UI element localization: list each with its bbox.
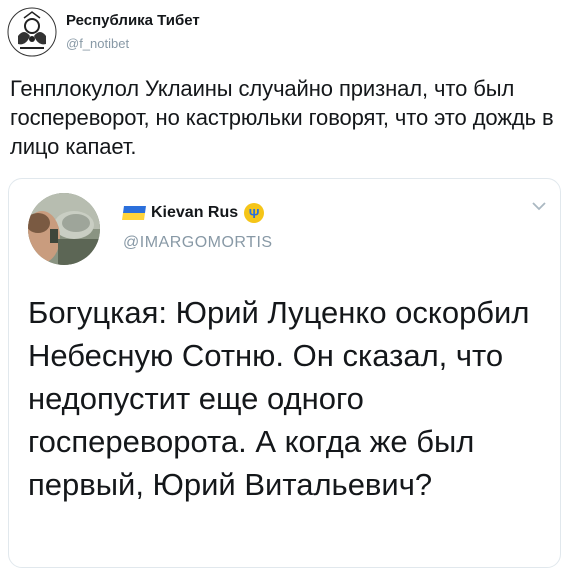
quoted-author-name[interactable]: Kievan Rus xyxy=(151,204,238,222)
chevron-down-icon[interactable] xyxy=(532,201,546,211)
author-handle[interactable]: @f_notibet xyxy=(66,36,129,51)
quoted-tweet[interactable]: Kievan Rus Ψ @IMARGOMORTIS Богуцкая: Юри… xyxy=(8,178,561,568)
person-photo xyxy=(28,193,100,265)
quoted-author-row: Kievan Rus Ψ xyxy=(122,203,265,223)
trident-icon: Ψ xyxy=(244,203,265,223)
tweet-card: Республика Тибет @f_notibet Генплокулол … xyxy=(0,0,571,568)
quoted-author-avatar[interactable] xyxy=(28,193,100,265)
author-name[interactable]: Республика Тибет xyxy=(66,12,200,29)
quoted-author-handle[interactable]: @IMARGOMORTIS xyxy=(123,234,273,252)
author-avatar[interactable] xyxy=(6,6,58,58)
tweet-text: Генплокулол Уклаины случайно признал, чт… xyxy=(10,76,560,159)
ukraine-flag-icon xyxy=(122,206,146,220)
tibet-emblem-icon xyxy=(7,7,57,57)
quoted-tweet-text: Богуцкая: Юрий Луценко оскорбил Небесную… xyxy=(28,295,539,502)
